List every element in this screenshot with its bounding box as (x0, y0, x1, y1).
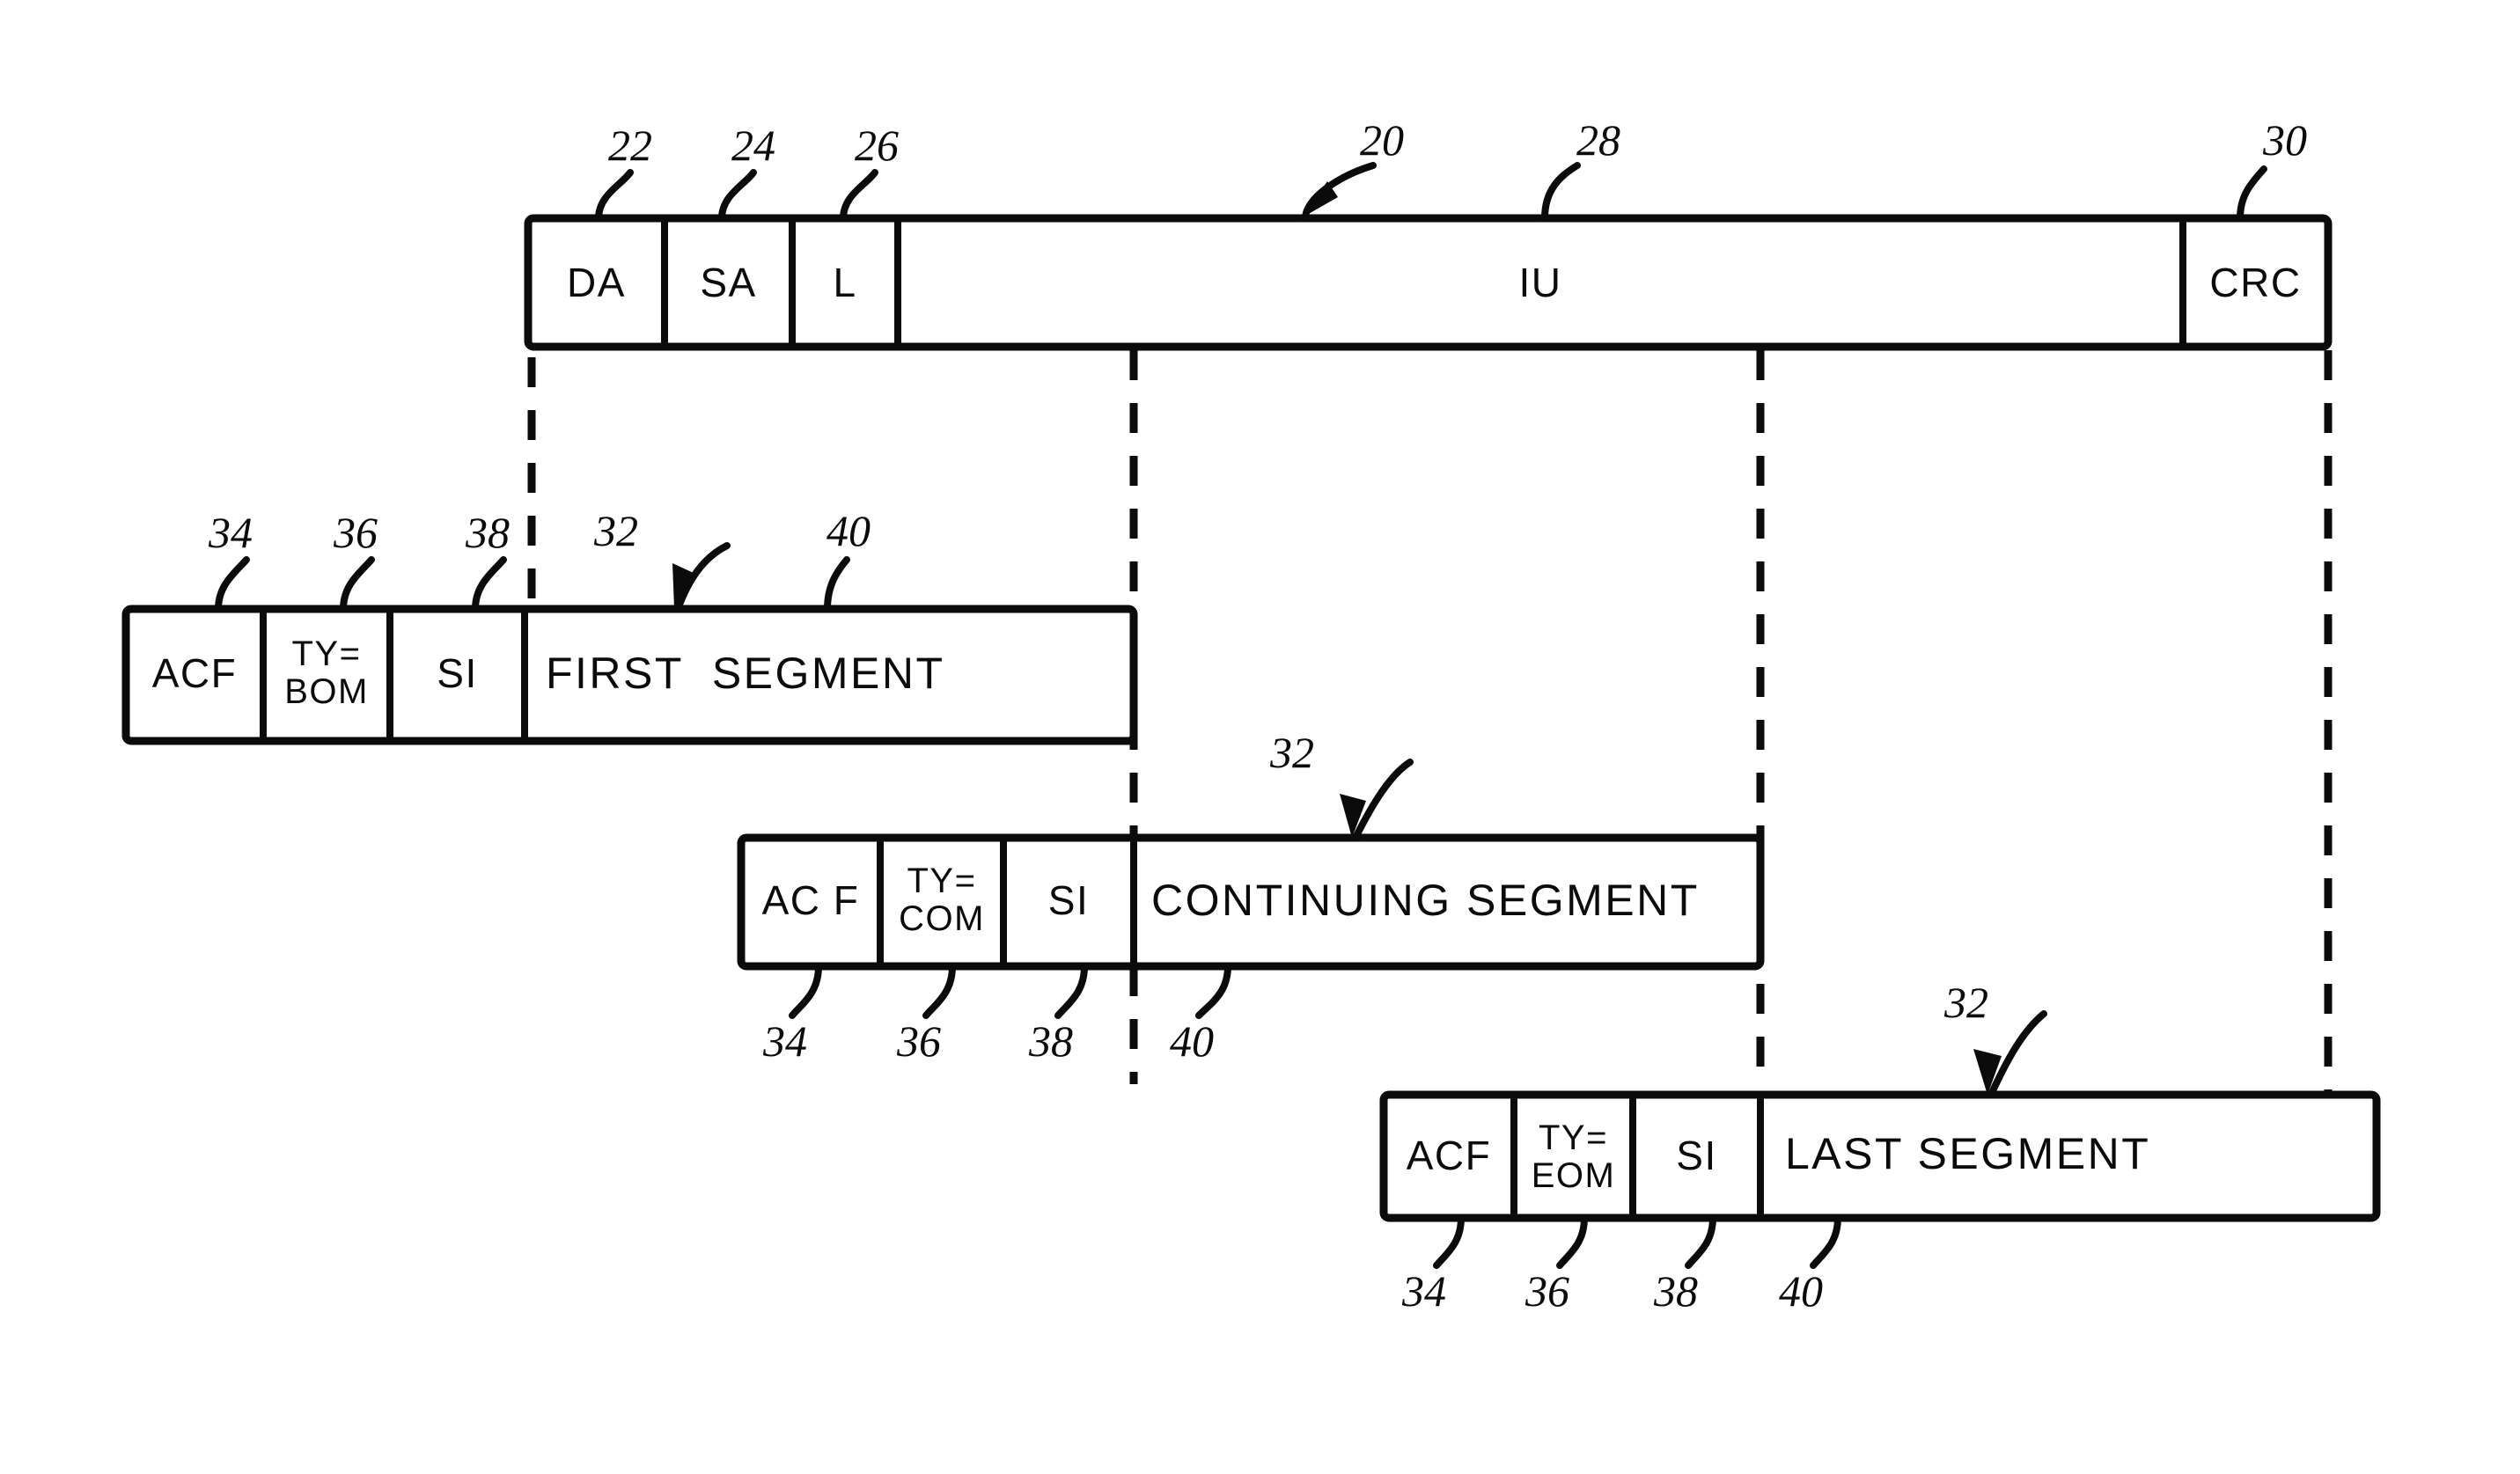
frame-cell-da-label: DA (567, 260, 626, 305)
frame-cell-crc-label: CRC (2209, 260, 2302, 305)
leader-26 (840, 169, 878, 222)
leader-20 (1302, 162, 1377, 222)
ref-numeral-30: 30 (2263, 115, 2307, 165)
leader-40-continuing (1195, 963, 1231, 1019)
last-segment-si-label: SI (1676, 1133, 1717, 1178)
leader-30 (2237, 165, 2267, 222)
ref-numeral-20: 20 (1360, 115, 1404, 165)
continuing-segment-data-label: CONTINUING SEGMENT (1151, 876, 1700, 925)
ref-numeral-26: 26 (855, 121, 899, 170)
first-segment-acf-label: ACF (151, 650, 238, 696)
leader-38-continuing (1054, 963, 1088, 1019)
leader-38-last (1685, 1214, 1716, 1269)
ref-numeral-34-first: 34 (209, 508, 253, 557)
boundary-guides (527, 350, 2333, 1220)
last-segment-ty-line1: TY= (1539, 1118, 1608, 1157)
ref-numeral-40-first: 40 (827, 506, 871, 555)
first-segment-ty-line1: TY= (291, 634, 362, 673)
ref-numeral-36-last: 36 (1525, 1266, 1569, 1316)
ref-numeral-38-first: 38 (466, 508, 510, 557)
first-segment-data-label: FIRST SEGMENT (546, 649, 945, 698)
ref-numeral-22: 22 (608, 121, 652, 170)
leader-38-first (472, 556, 507, 612)
ref-numeral-34-continuing: 34 (763, 1016, 807, 1066)
ref-numeral-34-last: 34 (1402, 1266, 1446, 1316)
leader-34-last (1433, 1214, 1465, 1269)
leader-40-last (1810, 1214, 1841, 1269)
last-segment-acf-label: ACF (1406, 1133, 1492, 1178)
frame-cell-l-label: L (833, 260, 857, 305)
frame-cell-sa-label: SA (700, 260, 757, 305)
frame-cell-iu-label: IU (1518, 260, 1562, 305)
last-segment-ty-line2: EOM (1531, 1156, 1616, 1196)
ref-numeral-40-last: 40 (1779, 1266, 1823, 1316)
leader-22 (595, 169, 634, 222)
ref-numeral-36-first: 36 (334, 508, 378, 557)
continuing-segment-ty-label: TY= COM (880, 862, 1003, 938)
ref-numeral-24: 24 (731, 121, 775, 170)
ref-numeral-32-continuing: 32 (1270, 728, 1314, 777)
leader-40-first (824, 556, 850, 612)
leader-34-continuing (789, 963, 822, 1019)
leader-28 (1541, 162, 1581, 222)
leader-32-continuing (1352, 759, 1414, 841)
last-segment-data-label: LAST SEGMENT (1785, 1129, 2151, 1178)
ref-numeral-28: 28 (1576, 115, 1620, 165)
continuing-segment-si-label: SI (1047, 877, 1090, 923)
leader-32-last (1987, 1010, 2047, 1098)
ref-numeral-32-first: 32 (594, 506, 638, 555)
continuing-segment-ty-line1: TY= (907, 862, 977, 900)
continuing-segment-ty-line2: COM (899, 899, 985, 939)
first-segment-si-label: SI (437, 650, 478, 696)
ref-numeral-40-continuing: 40 (1170, 1016, 1214, 1066)
first-segment-ty-label: TY= BOM (263, 634, 390, 712)
ref-numeral-32-last: 32 (1944, 978, 1988, 1027)
leader-36-first (340, 556, 375, 612)
ref-numeral-38-continuing: 38 (1029, 1016, 1073, 1066)
leader-36-last (1556, 1214, 1588, 1269)
ref-numeral-38-last: 38 (1654, 1266, 1698, 1316)
leader-24 (718, 169, 757, 222)
last-segment-ty-label: TY= EOM (1514, 1118, 1633, 1196)
leader-36-continuing (922, 963, 956, 1019)
patent-figure: .bx { fill: #ffffff; stroke: #0b0b0b; st… (0, 0, 2520, 1474)
frame-leaders (595, 162, 2267, 222)
continuing-segment-acf-label: AC F (761, 877, 860, 923)
first-segment-ty-line2: BOM (284, 672, 369, 712)
leader-34-first (215, 556, 250, 612)
ref-numeral-36-continuing: 36 (897, 1016, 941, 1066)
